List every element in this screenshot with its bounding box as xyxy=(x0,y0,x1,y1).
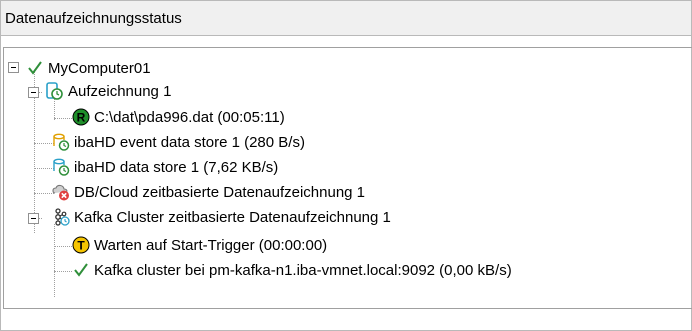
tree-node-label: MyComputer01 xyxy=(48,60,151,77)
status-tree[interactable]: MyComputer01 Aufzeichnung 1 R C:\dat\pda… xyxy=(3,47,692,309)
tree-node-label: Aufzeichnung 1 xyxy=(68,83,172,100)
db-cloud-error-icon xyxy=(52,184,69,201)
tree-node-db-cloud[interactable]: DB/Cloud zeitbasierte Datenaufzeichnung … xyxy=(52,182,472,204)
tree-node-label: Kafka Cluster zeitbasierte Datenaufzeich… xyxy=(74,209,391,226)
hd-event-store-icon xyxy=(53,133,70,151)
tree-node-label: Warten auf Start-Trigger (00:00:00) xyxy=(94,237,328,254)
hd-store-icon xyxy=(53,158,70,176)
tree-node-kafka-connection[interactable]: Kafka cluster bei pm-kafka-n1.iba-vmnet.… xyxy=(72,260,690,282)
tree-node-label: C:\dat\pda996.dat (00:05:11) xyxy=(94,109,285,126)
tree-node-recording[interactable]: Aufzeichnung 1 xyxy=(28,81,228,103)
panel-header: Datenaufzeichnungsstatus xyxy=(1,1,691,36)
collapse-toggle[interactable] xyxy=(28,213,39,224)
tree-node-hd-store[interactable]: ibaHD data store 1 (7,62 KB/s) xyxy=(52,157,352,179)
tree-node-trigger-wait[interactable]: T Warten auf Start-Trigger (00:00:00) xyxy=(72,235,432,257)
recording-icon xyxy=(46,82,63,100)
tree-node-data-file[interactable]: R C:\dat\pda996.dat (00:05:11) xyxy=(72,107,392,129)
record-badge-icon: R xyxy=(72,108,90,126)
trigger-badge-icon: T xyxy=(72,236,90,254)
check-icon xyxy=(28,61,42,75)
tree-node-label: Kafka cluster bei pm-kafka-n1.iba-vmnet.… xyxy=(94,262,512,279)
tree-node-kafka-cluster[interactable]: Kafka Cluster zeitbasierte Datenaufzeich… xyxy=(28,207,488,229)
svg-text:R: R xyxy=(77,111,86,125)
check-icon xyxy=(74,263,88,277)
collapse-toggle[interactable] xyxy=(28,87,39,98)
collapse-toggle[interactable] xyxy=(8,62,19,73)
tree-node-hd-event-store[interactable]: ibaHD event data store 1 (280 B/s) xyxy=(52,132,382,154)
tree-node-label: ibaHD data store 1 (7,62 KB/s) xyxy=(74,159,279,176)
tree-node-label: DB/Cloud zeitbasierte Datenaufzeichnung … xyxy=(74,184,366,201)
kafka-cluster-icon xyxy=(55,208,70,226)
tree-node-label: ibaHD event data store 1 (280 B/s) xyxy=(74,134,305,151)
recording-status-panel: Datenaufzeichnungsstatus MyComputer01 Au… xyxy=(0,0,692,331)
tree-node-mycomputer01[interactable]: MyComputer01 xyxy=(8,58,228,80)
panel-title: Datenaufzeichnungsstatus xyxy=(5,10,182,27)
svg-text:T: T xyxy=(77,239,85,253)
